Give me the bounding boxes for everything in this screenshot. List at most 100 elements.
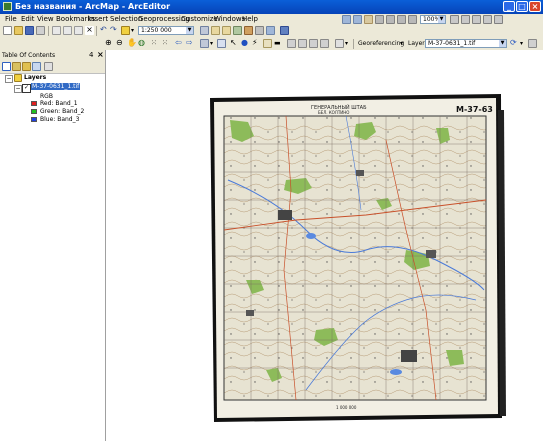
fixed-zoom-in-icon[interactable]: ⁙: [151, 39, 160, 48]
layout-tool-icon[interactable]: [494, 15, 503, 24]
map-scale-value: 1:250 000: [141, 27, 172, 34]
identify-icon[interactable]: ●: [241, 39, 250, 48]
arctoolbox-icon[interactable]: [244, 26, 253, 35]
new-document-icon[interactable]: [3, 26, 12, 35]
list-by-drawing-order-icon[interactable]: [2, 62, 11, 71]
paste-icon[interactable]: [74, 26, 83, 35]
measure-icon[interactable]: ▬: [274, 39, 283, 48]
find-route-icon[interactable]: [298, 39, 307, 48]
list-by-visibility-icon[interactable]: [22, 62, 31, 71]
menu-help[interactable]: Help: [242, 15, 258, 23]
menu-edit[interactable]: Edit: [21, 15, 35, 23]
arcmap-app-icon: [3, 2, 12, 11]
copy-icon[interactable]: [63, 26, 72, 35]
menu-file[interactable]: File: [5, 15, 17, 23]
toc-title: Table Of Contents: [2, 52, 56, 59]
close-button[interactable]: ×: [529, 1, 541, 12]
zoom-in-layout-icon[interactable]: [342, 15, 351, 24]
map-header-sub: БЕЛ. КОЛТИНО: [318, 110, 349, 115]
pan-layout-icon[interactable]: [364, 15, 373, 24]
layer-label: Layer:: [408, 40, 427, 47]
zoom-out-icon[interactable]: ⊖: [116, 39, 125, 48]
html-popup-icon[interactable]: [263, 39, 272, 48]
create-viewer-icon[interactable]: [320, 39, 329, 48]
georef-more-icon[interactable]: [528, 39, 537, 48]
red-band-swatch: [31, 101, 37, 106]
find-icon[interactable]: [287, 39, 296, 48]
change-layout-icon[interactable]: [472, 15, 481, 24]
redo-icon[interactable]: ↷: [110, 26, 119, 35]
toc-header: Table Of Contents 4 ×: [0, 50, 105, 61]
modelbuilder-icon[interactable]: [266, 26, 275, 35]
fixed-zoom-out-icon[interactable]: ⁙: [162, 39, 171, 48]
forward-extent-icon[interactable]: ⇨: [186, 39, 195, 48]
layout-toolbar: 100% ▼: [340, 14, 543, 25]
options-icon[interactable]: [44, 62, 53, 71]
catalog-window-icon[interactable]: [222, 26, 231, 35]
search-window-icon[interactable]: [233, 26, 242, 35]
toc-pin-icon[interactable]: 4: [89, 51, 93, 59]
layer-visibility-checkbox[interactable]: ✓: [22, 84, 31, 93]
menu-insert[interactable]: Insert: [88, 15, 108, 23]
pan-icon[interactable]: ✋: [127, 39, 137, 48]
undo-icon[interactable]: ↶: [100, 26, 109, 35]
rgb-label: RGB: [40, 93, 53, 100]
map-scale-select[interactable]: 1:250 000 ▼: [138, 26, 194, 35]
help-icon[interactable]: [280, 26, 289, 35]
list-by-source-icon[interactable]: [12, 62, 21, 71]
zoom-whole-page-icon[interactable]: [375, 15, 384, 24]
python-window-icon[interactable]: [255, 26, 264, 35]
delete-icon[interactable]: ×: [85, 26, 94, 35]
map-sheet-code: M-37-63: [456, 105, 493, 114]
menu-customize[interactable]: Customize: [181, 15, 218, 23]
red-band-label: Red: Band_1: [40, 100, 78, 107]
layers-collapse-icon[interactable]: −: [5, 75, 13, 83]
layers-frame-icon: [14, 74, 22, 82]
focus-data-frame-icon[interactable]: [461, 15, 470, 24]
georeferencing-menu[interactable]: Georeferencing: [358, 40, 404, 47]
map-footer-scale: 1 000 000: [336, 405, 357, 410]
green-band-label: Green: Band_2: [40, 108, 85, 115]
menu-view[interactable]: View: [37, 15, 54, 23]
open-icon[interactable]: [14, 26, 23, 35]
editor-toolbar-icon[interactable]: [200, 26, 209, 35]
minimize-button[interactable]: _: [503, 1, 515, 12]
layer-name-selected[interactable]: M-37-0631_1.tif: [31, 83, 81, 90]
layers-label[interactable]: Layers: [24, 74, 46, 81]
data-driven-pages-icon[interactable]: [483, 15, 492, 24]
maximize-button[interactable]: □: [516, 1, 528, 12]
fixed-zoom-out-icon[interactable]: [408, 15, 417, 24]
select-elements-icon[interactable]: ↖: [230, 39, 239, 48]
map-display[interactable]: ГЕНЕРАЛЬНЫЙ ШТАБ БЕЛ. КОЛТИНО M-37-63 1 …: [106, 50, 543, 441]
table-of-contents-icon[interactable]: [211, 26, 220, 35]
cut-icon[interactable]: [52, 26, 61, 35]
layer-collapse-icon[interactable]: −: [14, 85, 22, 93]
tools-toolbar: ⊕ ⊖ ✋ ◍ ⁙ ⁙ ⇦ ⇨ ▾ ↖ ● ⚡ ▬ ▾ Georeferenci…: [0, 37, 543, 51]
save-icon[interactable]: [25, 26, 34, 35]
go-to-xy-icon[interactable]: [200, 39, 209, 48]
zoom-in-icon[interactable]: ⊕: [105, 39, 114, 48]
overview-icon[interactable]: [335, 39, 344, 48]
add-data-icon[interactable]: [121, 26, 130, 35]
list-by-selection-icon[interactable]: [32, 62, 41, 71]
toc-close-icon[interactable]: ×: [97, 50, 104, 59]
full-extent-icon[interactable]: ◍: [138, 39, 147, 48]
title-bar: Без названия - ArcMap - ArcEditor _ □ ×: [0, 0, 543, 14]
rotate-icon[interactable]: ⟳: [510, 39, 519, 48]
georef-layer-value: M-37-0631_1.tif: [428, 40, 476, 47]
toggle-draft-icon[interactable]: [450, 15, 459, 24]
select-features-icon[interactable]: [217, 39, 226, 48]
hyperlink-icon[interactable]: ⚡: [252, 39, 261, 48]
print-icon[interactable]: [36, 26, 45, 35]
table-of-contents-panel: Table Of Contents 4 × − Layers − ✓ M-37-…: [0, 50, 106, 441]
fixed-zoom-in-icon[interactable]: [397, 15, 406, 24]
zoom-out-layout-icon[interactable]: [353, 15, 362, 24]
menu-windows[interactable]: Windows: [214, 15, 245, 23]
toc-toolbar: [0, 61, 105, 74]
blue-band-swatch: [31, 117, 37, 122]
time-slider-icon[interactable]: [309, 39, 318, 48]
back-extent-icon[interactable]: ⇦: [175, 39, 184, 48]
georef-layer-select[interactable]: M-37-0631_1.tif ▼: [425, 39, 507, 48]
layout-zoom-select[interactable]: 100% ▼: [420, 15, 446, 24]
zoom-100-icon[interactable]: [386, 15, 395, 24]
